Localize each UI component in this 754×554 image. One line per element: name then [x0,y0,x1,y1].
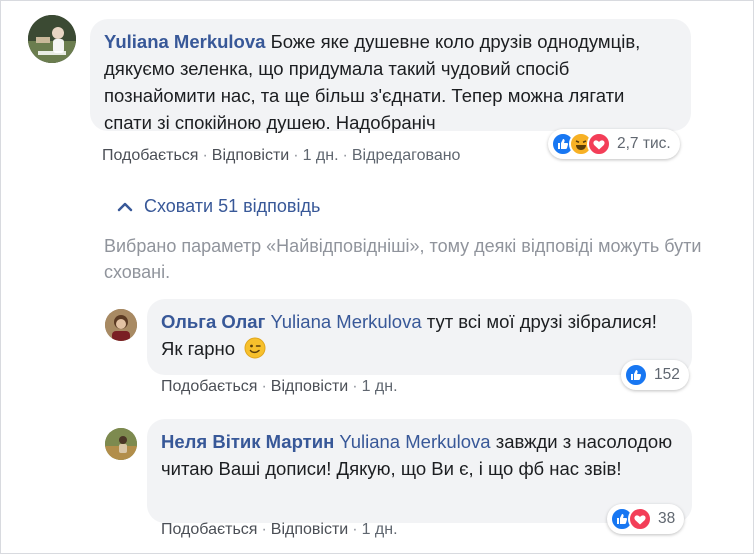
reaction-summary[interactable]: 152 [621,360,689,390]
reaction-summary[interactable]: 2,7 тис. [548,129,680,159]
mention-link[interactable]: Yuliana Merkulova [339,431,490,452]
separator: · [342,147,348,164]
avatar[interactable] [105,428,137,460]
reaction-count: 152 [654,366,680,383]
hide-replies-button[interactable]: Сховати 51 відповідь [116,196,320,217]
comment-bubble: Yuliana Merkulova Боже яке душевне коло … [90,19,691,133]
reaction-count: 2,7 тис. [617,135,671,152]
hide-replies-label: Сховати 51 відповідь [144,196,321,216]
mention-link[interactable]: Yuliana Merkulova [270,311,421,332]
avatar-photo [105,309,137,341]
separator: · [293,147,299,164]
separator: · [261,521,267,538]
reply-bubble: Ольга Олаг Yuliana Merkulova тут всі мої… [147,299,692,375]
reply-author[interactable]: Неля Вітик Мартин [161,431,334,452]
timestamp[interactable]: 1 дн. [303,147,339,164]
avatar-photo [28,15,76,63]
like-button[interactable]: Подобається [102,147,198,164]
avatar[interactable] [105,309,137,341]
reaction-count: 38 [658,510,676,527]
separator: · [352,378,358,395]
like-button[interactable]: Подобається [161,378,257,395]
timestamp[interactable]: 1 дн. [362,378,398,395]
comment-author[interactable]: Yuliana Merkulova [104,31,265,52]
comments-panel: Yuliana Merkulova Боже яке душевне коло … [0,0,754,554]
chevron-up-icon [117,202,133,211]
separator: · [202,147,208,164]
wink-emoji [244,337,266,359]
reply-button[interactable]: Відповісти [212,147,289,164]
reply-actions: Подобається · Відповісти · 1 дн. [161,378,398,396]
reply-author[interactable]: Ольга Олаг [161,311,265,332]
reply-actions: Подобається · Відповісти · 1 дн. [161,521,398,539]
separator: · [261,378,267,395]
reply-button[interactable]: Відповісти [271,521,348,538]
timestamp[interactable]: 1 дн. [362,521,398,538]
comment-actions: Подобається · Відповісти · 1 дн. · Відредагова… [102,147,460,165]
reply-button[interactable]: Відповісти [271,378,348,395]
separator: · [352,521,358,538]
reaction-summary[interactable]: 38 [607,504,685,534]
avatar-photo [105,428,137,460]
filter-notice: Вибрано параметр «Найвідповідніші», тому… [104,236,702,282]
like-button[interactable]: Подобається [161,521,257,538]
love-icon [628,507,652,531]
avatar[interactable] [28,15,76,63]
like-icon [624,363,648,387]
reply-bubble: Неля Вітик Мартин Yuliana Merkulova завж… [147,419,692,523]
edited-label[interactable]: Відредаговано [352,147,461,164]
love-icon [587,132,611,156]
